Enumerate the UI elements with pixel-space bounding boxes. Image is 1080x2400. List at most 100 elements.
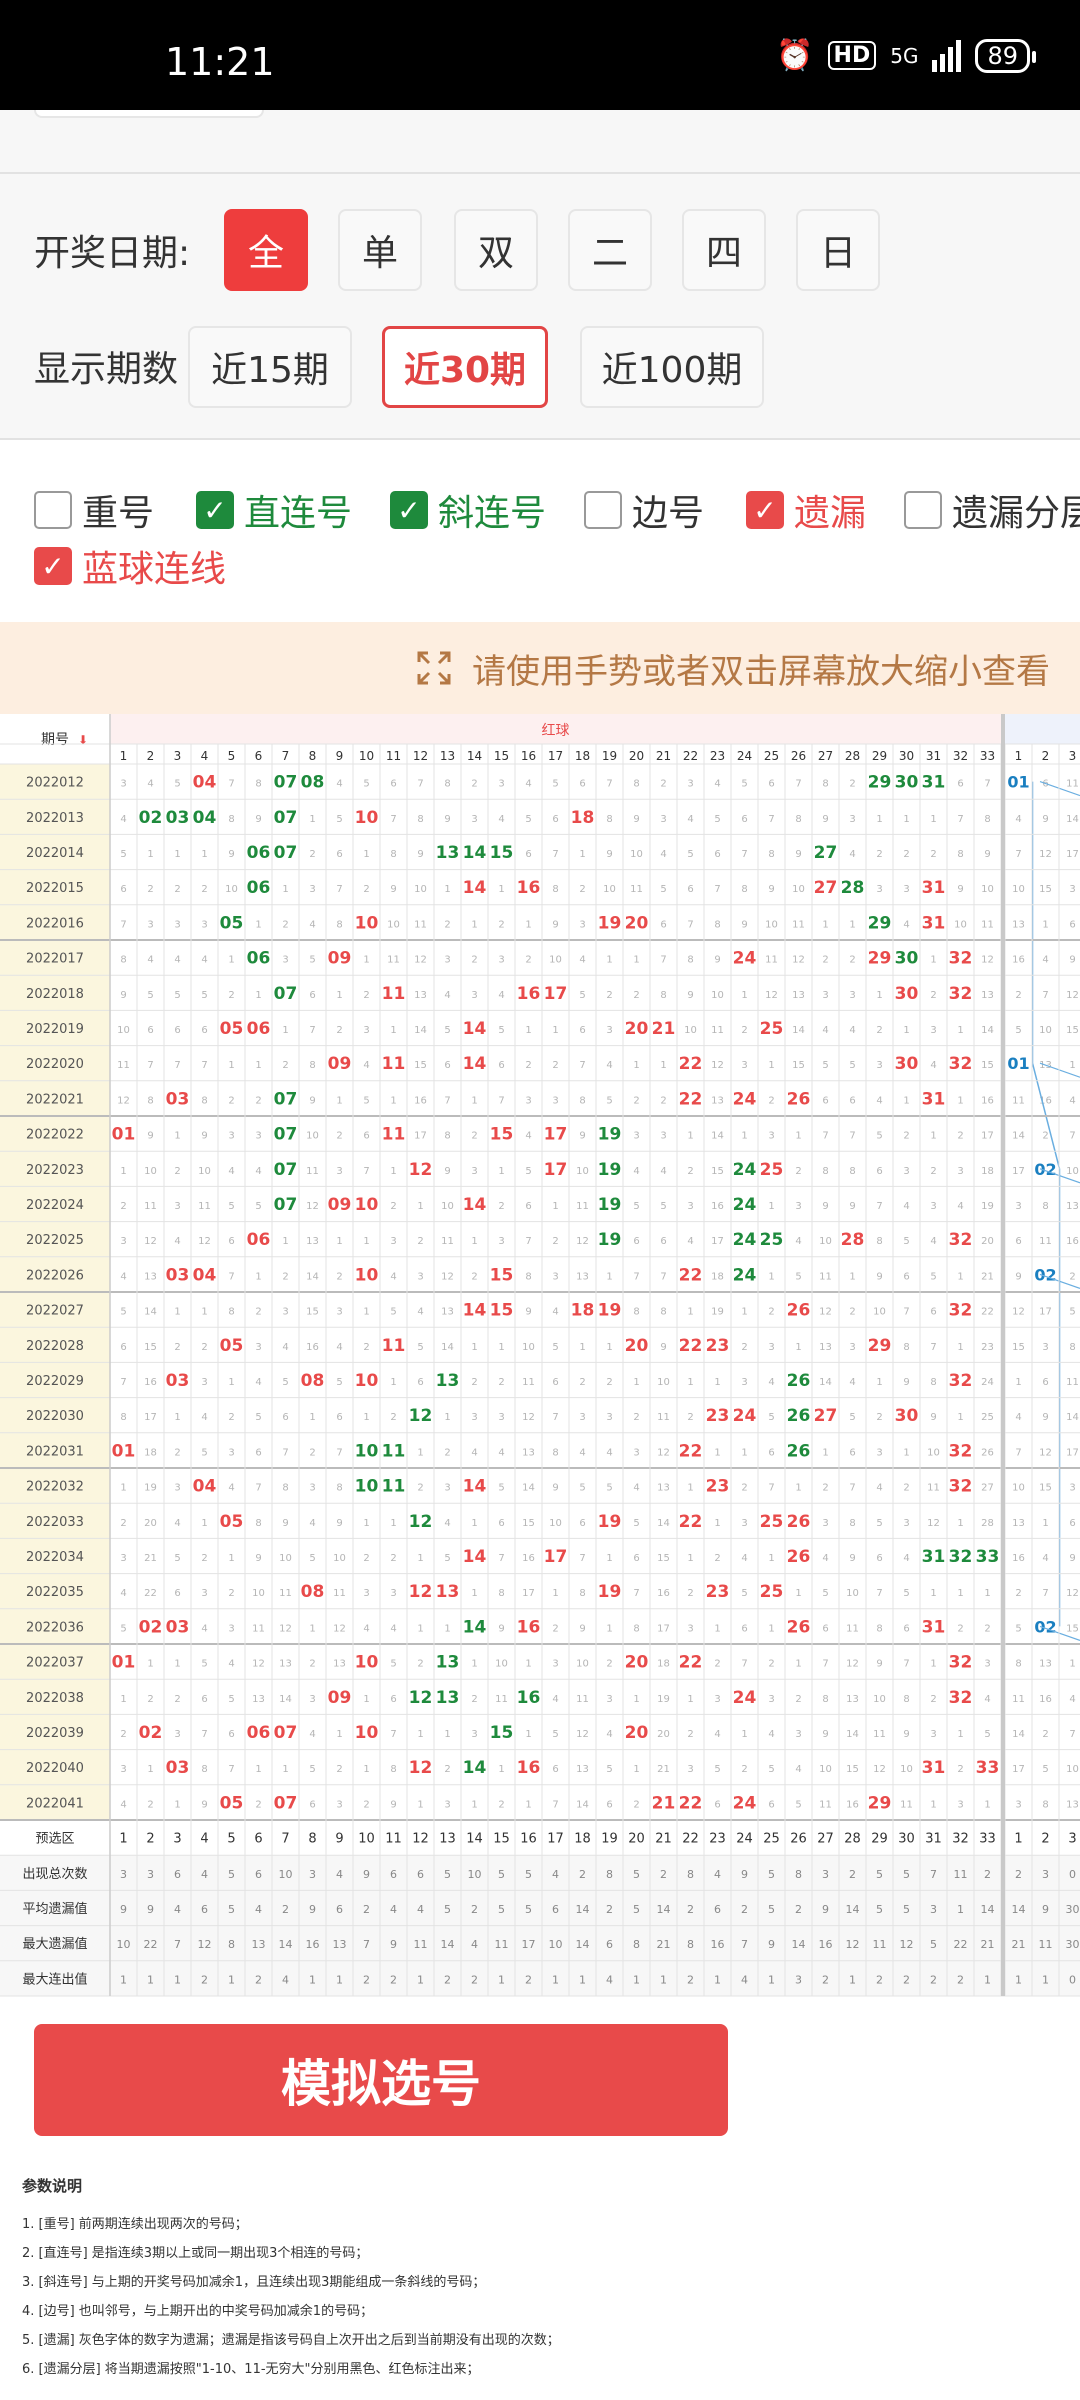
omission-value: 17	[414, 1131, 427, 1142]
omission-value: 3	[1042, 1342, 1048, 1353]
omission-value: 7	[741, 1659, 747, 1670]
omission-value: 6	[363, 1131, 369, 1142]
drawn-red-number: 06	[247, 1019, 271, 1039]
option-edge[interactable]: 边号	[584, 484, 704, 536]
omission-value: 14	[981, 1025, 994, 1036]
omission-value: 9	[201, 1131, 207, 1142]
simulate-pick-button[interactable]: 模拟选号	[34, 2024, 728, 2136]
period-number: 2022026	[26, 1268, 84, 1283]
date-option-all[interactable]: 全	[224, 209, 308, 291]
red-column-number: 15	[494, 749, 509, 763]
omission-value: 1	[768, 1553, 774, 1564]
date-option-odd[interactable]: 单	[338, 209, 422, 291]
omission-value: 14	[522, 1483, 535, 1494]
omission-value: 6	[1069, 919, 1075, 930]
omission-value: 5	[147, 990, 153, 1001]
omission-value: 5	[417, 1342, 423, 1353]
omission-value: 6	[579, 1518, 585, 1529]
omission-value: 12	[1039, 849, 1052, 860]
stat-value: 11	[385, 1832, 402, 1847]
count-option-15[interactable]: 近15期	[188, 326, 352, 408]
drawn-red-number: 11	[382, 1336, 406, 1356]
date-option-sunday[interactable]: 日	[796, 209, 880, 291]
omission-value: 2	[120, 1729, 126, 1740]
omission-value: 17	[144, 1412, 157, 1423]
date-option-thursday[interactable]: 四	[682, 209, 766, 291]
option-straight-link[interactable]: ✓ 直连号	[196, 484, 352, 536]
option-repeat[interactable]: 重号	[34, 484, 154, 536]
count-option-30[interactable]: 近30期	[382, 326, 548, 408]
omission-value: 8	[714, 919, 720, 930]
drawn-red-number: 16	[517, 878, 541, 898]
drawn-red-number: 23	[706, 1406, 730, 1426]
stat-value: 24	[736, 1832, 753, 1847]
omission-value: 12	[765, 990, 778, 1001]
omission-value: 5	[930, 1271, 936, 1282]
omission-value: 6	[768, 1447, 774, 1458]
stat-value: 4	[390, 1903, 397, 1916]
drawn-red-number: 25	[760, 1230, 784, 1250]
date-option-tuesday[interactable]: 二	[568, 209, 652, 291]
red-column-number: 29	[872, 749, 887, 763]
stat-label: 预选区	[35, 1832, 74, 1847]
omission-value: 3	[336, 1307, 342, 1318]
status-bar: 11:21 ⏰ HD 5G 89	[0, 0, 1080, 110]
display-options: 重号 ✓ 直连号 ✓ 斜连号 边号 ✓ 遗漏 遗漏分层 ✓ 蓝球连线	[0, 440, 1080, 620]
omission-value: 7	[363, 1166, 369, 1177]
omission-value: 2	[444, 1447, 450, 1458]
omission-value: 2	[120, 1201, 126, 1212]
stat-value: 22	[954, 1938, 968, 1951]
omission-value: 9	[255, 1553, 261, 1564]
count-option-100[interactable]: 近100期	[580, 326, 764, 408]
omission-value: 2	[822, 1483, 828, 1494]
red-column-number: 30	[899, 749, 914, 763]
omission-value: 8	[984, 814, 990, 825]
checkbox-icon	[584, 491, 622, 529]
drawn-red-number: 10	[355, 1265, 379, 1285]
omission-value: 1	[768, 1271, 774, 1282]
omission-value: 5	[282, 1377, 288, 1388]
stat-value: 5	[444, 1903, 451, 1916]
trend-chart[interactable]: 期号 ⬇ 红球 1 2 3 4 5 6 7 8 9 10 11 12 13 14 15 16 17 18 19 20 21 22…	[0, 714, 1080, 2002]
omission-value: 1	[120, 1694, 126, 1705]
stat-value: 8	[308, 1832, 316, 1847]
omission-value: 2	[768, 1095, 774, 1106]
omission-value: 1	[795, 1659, 801, 1670]
omission-value: 10	[576, 1166, 589, 1177]
drawn-blue-number: 02	[1034, 1265, 1056, 1284]
option-blue-ball-line[interactable]: ✓ 蓝球连线	[34, 540, 226, 592]
option-omission[interactable]: ✓ 遗漏	[746, 484, 866, 536]
omission-value: 4	[498, 990, 504, 1001]
omission-value: 17	[1066, 849, 1079, 860]
drawn-red-number: 24	[733, 1688, 757, 1708]
omission-value: 23	[981, 1342, 994, 1353]
omission-value: 1	[633, 955, 639, 966]
period-number: 2022018	[26, 987, 84, 1002]
omission-value: 9	[1042, 1412, 1048, 1423]
omission-value: 6	[309, 990, 315, 1001]
omission-value: 10	[1066, 1166, 1079, 1177]
drawn-red-number: 33	[976, 1547, 1000, 1567]
omission-value: 10	[684, 1025, 697, 1036]
drawn-red-number: 31	[922, 1547, 946, 1567]
omission-value: 3	[903, 884, 909, 895]
omission-value: 1	[633, 1694, 639, 1705]
omission-value: 4	[768, 1729, 774, 1740]
date-option-even[interactable]: 双	[454, 209, 538, 291]
omission-value: 10	[549, 955, 562, 966]
option-diagonal-link[interactable]: ✓ 斜连号	[390, 484, 546, 536]
omission-value: 13	[1012, 919, 1025, 930]
omission-value: 15	[414, 1060, 427, 1071]
drawn-red-number: 28	[841, 878, 865, 898]
omission-value: 6	[444, 1060, 450, 1071]
omission-value: 7	[714, 884, 720, 895]
omission-value: 16	[846, 1799, 859, 1810]
stat-value: 9	[822, 1903, 829, 1916]
omission-value: 11	[846, 1623, 859, 1634]
option-omission-layer[interactable]: 遗漏分层	[904, 484, 1080, 536]
drawn-red-number: 22	[679, 1441, 703, 1461]
omission-value: 3	[741, 1060, 747, 1071]
drawn-red-number: 13	[436, 1688, 460, 1708]
omission-value: 1	[930, 814, 936, 825]
omission-value: 14	[576, 1799, 589, 1810]
